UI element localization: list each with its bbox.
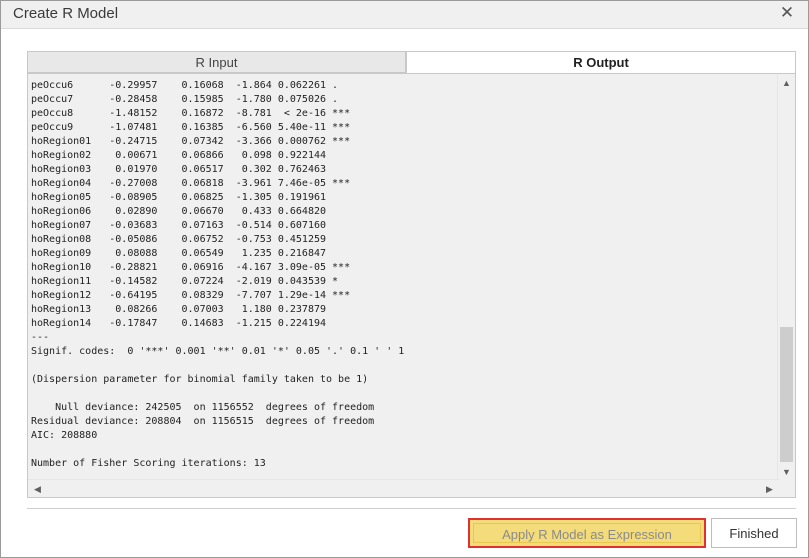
title-bar: Create R Model ✕ <box>1 1 808 29</box>
output-line: AIC: 208880 <box>31 430 98 441</box>
output-line: hoRegion10 -0.28821 0.06916 -4.167 3.09e… <box>31 262 351 273</box>
dialog-title: Create R Model <box>13 5 119 22</box>
output-line: hoRegion03 0.01970 0.06517 0.302 0.76246… <box>31 164 327 175</box>
output-line: hoRegion04 -0.27008 0.06818 -3.961 7.46e… <box>31 178 351 189</box>
output-line: peOccu8 -1.48152 0.16872 -8.781 < 2e-16 … <box>31 108 351 119</box>
scroll-right-icon[interactable]: ▶ <box>761 482 778 496</box>
output-line: hoRegion07 -0.03683 0.07163 -0.514 0.607… <box>31 220 327 231</box>
vertical-scroll-thumb[interactable] <box>780 327 793 462</box>
output-line: hoRegion02 0.00671 0.06866 0.098 0.92214… <box>31 150 327 161</box>
apply-button-focus-ring <box>473 523 701 543</box>
dialog-window: Create R Model ✕ R Input R Output peOccu… <box>0 0 809 558</box>
scroll-down-icon[interactable]: ▼ <box>778 465 795 479</box>
output-line: Residual deviance: 208804 on 1156515 deg… <box>31 416 375 427</box>
output-line: Number of Fisher Scoring iterations: 13 <box>31 458 266 469</box>
close-icon[interactable]: ✕ <box>778 4 796 22</box>
tab-r-input[interactable]: R Input <box>27 51 406 73</box>
output-line: Signif. codes: 0 '***' 0.001 '**' 0.01 '… <box>31 346 405 357</box>
tab-r-output[interactable]: R Output <box>406 51 796 73</box>
output-line: hoRegion12 -0.64195 0.08329 -7.707 1.29e… <box>31 290 351 301</box>
output-line: (Dispersion parameter for binomial famil… <box>31 374 369 385</box>
output-line: hoRegion05 -0.08905 0.06825 -1.305 0.191… <box>31 192 327 203</box>
r-output-panel: peOccu6 -0.29957 0.16068 -1.864 0.062261… <box>27 73 796 498</box>
output-line: hoRegion09 0.08088 0.06549 1.235 0.21684… <box>31 248 327 259</box>
output-line: Null deviance: 242505 on 1156552 degrees… <box>31 402 375 413</box>
output-line: peOccu6 -0.29957 0.16068 -1.864 0.062261… <box>31 80 339 91</box>
output-line: hoRegion01 -0.24715 0.07342 -3.366 0.000… <box>31 136 351 147</box>
output-line: hoRegion06 0.02890 0.06670 0.433 0.66482… <box>31 206 327 217</box>
scrollbar-corner <box>778 480 795 497</box>
output-line: peOccu7 -0.28458 0.15985 -1.780 0.075026… <box>31 94 339 105</box>
horizontal-scrollbar[interactable]: ◀ ▶ <box>28 479 779 497</box>
scroll-up-icon[interactable]: ▲ <box>778 76 795 90</box>
r-output-text[interactable]: peOccu6 -0.29957 0.16068 -1.864 0.062261… <box>31 79 776 475</box>
output-line: hoRegion14 -0.17847 0.14683 -1.215 0.224… <box>31 318 327 329</box>
output-line: hoRegion08 -0.05086 0.06752 -0.753 0.451… <box>31 234 327 245</box>
tab-strip: R Input R Output <box>27 51 796 73</box>
apply-r-model-button[interactable]: Apply R Model as Expression <box>468 518 706 548</box>
output-line: --- <box>31 332 50 343</box>
finished-button[interactable]: Finished <box>711 518 797 548</box>
output-line: peOccu9 -1.07481 0.16385 -6.560 5.40e-11… <box>31 122 351 133</box>
vertical-scrollbar[interactable]: ▲ ▼ <box>777 74 795 481</box>
scroll-left-icon[interactable]: ◀ <box>29 482 46 496</box>
output-line: hoRegion13 0.08266 0.07003 1.180 0.23787… <box>31 304 327 315</box>
output-line: hoRegion11 -0.14582 0.07224 -2.019 0.043… <box>31 276 339 287</box>
footer-divider <box>27 508 796 509</box>
